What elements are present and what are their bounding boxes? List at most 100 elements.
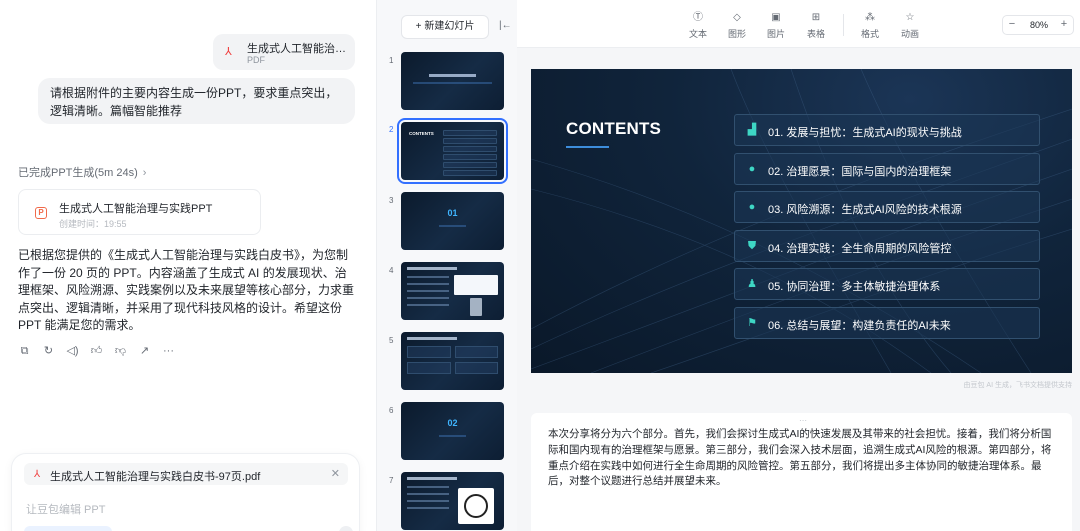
toc-item[interactable]: ⛊ 04. 治理实践：全生命周期的风险管控 — [734, 229, 1040, 262]
table-icon: ⊞ — [811, 12, 821, 23]
generation-status-text: 已完成PPT生成(5m 24s) — [18, 167, 138, 179]
tool-shape[interactable]: ◇ 图形 — [722, 12, 752, 40]
collapse-panel-icon[interactable]: |← — [499, 20, 512, 31]
thumb-up-icon[interactable]: 👍︎ — [90, 345, 103, 358]
thumb-title-bar — [429, 74, 476, 77]
thumb-number: 4 — [389, 266, 394, 275]
composer-attachment-name: 生成式人工智能治理与实践白皮书-97页.pdf — [50, 471, 261, 483]
pdf-icon: ⅄ — [225, 46, 232, 58]
flag-icon: ⚑ — [747, 316, 757, 329]
tool-label: 格式 — [860, 29, 879, 39]
thumb-section-number: 02 — [447, 418, 458, 428]
shield-icon: ⛊ — [747, 239, 757, 252]
user-message: 请根据附件的主要内容生成一份PPT，要求重点突出，逻辑清晰。篇幅智能推荐 — [38, 78, 355, 124]
globe-icon — [458, 488, 494, 524]
thumb-number: 5 — [389, 336, 394, 345]
thumb-number: 1 — [389, 56, 394, 65]
ppt-file-icon: P — [35, 207, 47, 219]
thumb-number: 7 — [389, 476, 394, 485]
text-icon: Ⓣ — [693, 12, 703, 23]
toc-item-text: 06. 总结与展望：构建负责任的AI未来 — [768, 319, 951, 332]
refresh-icon[interactable]: ↻ — [42, 345, 55, 358]
slide-thumb-5[interactable] — [401, 332, 504, 390]
ppt-card-title: 生成式人工智能治理与实践PPT — [59, 203, 213, 215]
pdf-icon: ⅄ — [34, 469, 41, 480]
send-button[interactable] — [339, 526, 353, 531]
thumb-toc-list — [443, 130, 497, 178]
remove-attachment-icon[interactable]: ✕ — [331, 467, 340, 480]
slide-thumb-1[interactable] — [401, 52, 504, 110]
slide-heading: CONTENTS — [566, 119, 662, 138]
chat-composer: ⅄ 生成式人工智能治理与实践白皮书-97页.pdf ✕ 让豆包编辑 PPT — [12, 454, 359, 531]
toc-item[interactable]: ● 03. 风险溯源：生成式AI风险的技术根源 — [734, 191, 1040, 224]
attachment-type: PDF — [247, 55, 265, 65]
tool-animation[interactable]: ☆ 动画 — [895, 12, 925, 40]
thumb-card-grid — [407, 346, 498, 374]
ppt-result-card[interactable]: P 生成式人工智能治理与实践PPT 创建时间：19:55 — [18, 189, 261, 235]
animation-icon: ☆ — [905, 12, 915, 23]
toc-item[interactable]: ♟ 05. 协同治理：多主体敏捷治理体系 — [734, 268, 1040, 301]
composer-input[interactable]: 让豆包编辑 PPT — [26, 501, 105, 517]
attachment-message[interactable]: ⅄ 生成式人工智能治理... PDF — [213, 34, 355, 70]
tool-format[interactable]: ⁂ 格式 — [855, 12, 885, 40]
toc-item-text: 04. 治理实践：全生命周期的风险管控 — [768, 242, 952, 255]
thumb-heading-bar — [407, 267, 457, 270]
slide-thumb-2[interactable]: CONTENTS — [397, 118, 508, 184]
slide-thumb-4[interactable] — [401, 262, 504, 320]
tool-label: 表格 — [806, 29, 825, 39]
toc-item[interactable]: ⚑ 06. 总结与展望：构建负责任的AI未来 — [734, 306, 1040, 339]
new-slide-button[interactable]: + 新建幻灯片 — [401, 15, 489, 39]
thumb-heading-bar — [407, 477, 457, 480]
tool-image[interactable]: ▣ 图片 — [761, 12, 791, 40]
chevron-right-icon: › — [142, 167, 147, 179]
slide-thumb-6[interactable]: 02 — [401, 402, 504, 460]
thumb-subtitle-bar — [439, 435, 466, 437]
tool-label: 文本 — [688, 29, 707, 39]
zoom-control: − 80% + — [1002, 15, 1074, 35]
composer-mode-chip[interactable] — [24, 526, 112, 531]
resize-grip-icon[interactable]: ⋯ — [799, 416, 808, 425]
thumb-heading-bar — [407, 337, 457, 340]
thumb-image — [470, 298, 482, 316]
slide-thumb-7[interactable] — [401, 472, 504, 530]
thumb-down-icon[interactable]: 👎︎ — [114, 345, 127, 358]
tool-label: 图形 — [727, 29, 746, 39]
image-icon: ▣ — [771, 12, 781, 23]
shape-icon: ◇ — [733, 12, 741, 23]
speaker-notes-text: 本次分享将分为六个部分。首先，我们会探讨生成式AI的快速发展及其带来的社会担忧。… — [548, 428, 1052, 488]
tool-text[interactable]: Ⓣ 文本 — [683, 12, 713, 40]
more-icon[interactable]: ··· — [162, 345, 175, 358]
toc-item[interactable]: ▟ 01. 发展与担忧：生成式AI的现状与挑战 — [734, 114, 1040, 146]
format-icon: ⁂ — [865, 12, 875, 23]
slide-canvas[interactable]: CONTENTS ▟ 01. 发展与担忧：生成式AI的现状与挑战 ● 02. 治… — [531, 69, 1072, 373]
new-slide-label: 新建幻灯片 — [424, 21, 475, 32]
toc-list: ▟ 01. 发展与担忧：生成式AI的现状与挑战 ● 02. 治理愿景：国际与国内… — [734, 114, 1040, 346]
heading-underline — [566, 146, 609, 148]
message-actions: ⧉ ↻ ◁) 👍︎ 👎︎ ↗ ··· — [18, 345, 175, 359]
slide-thumb-3[interactable]: 01 — [401, 192, 504, 250]
tool-table[interactable]: ⊞ 表格 — [801, 12, 831, 40]
zoom-value[interactable]: 80% — [1021, 20, 1057, 30]
zoom-out-button[interactable]: − — [1005, 18, 1019, 30]
thumb-subtitle-bar — [439, 225, 466, 227]
plus-icon: + — [415, 21, 422, 32]
thumb-subtitle-bar — [413, 82, 492, 84]
assistant-reply: 已根据您提供的《生成式人工智能治理与实践白皮书》，为您制作了一份 20 页的 P… — [18, 248, 355, 333]
speaker-icon[interactable]: ◁) — [66, 345, 79, 358]
toc-item-text: 03. 风险溯源：生成式AI风险的技术根源 — [768, 204, 962, 217]
composer-attachment[interactable]: ⅄ 生成式人工智能治理与实践白皮书-97页.pdf ✕ — [24, 463, 348, 485]
generation-status[interactable]: 已完成PPT生成(5m 24s) › — [18, 164, 146, 180]
thumb-contents-label: CONTENTS — [409, 131, 434, 136]
attachment-name: 生成式人工智能治理... — [247, 43, 347, 55]
tool-label: 图片 — [766, 29, 785, 39]
circle-icon: ● — [748, 201, 756, 214]
slide-thumbnails: + 新建幻灯片 |← 1 2 CONTENTS 3 01 4 5 6 02 7 — [376, 0, 517, 531]
toc-item-text: 02. 治理愿景：国际与国内的治理框架 — [768, 165, 952, 178]
zoom-in-button[interactable]: + — [1057, 18, 1071, 30]
speaker-notes[interactable]: ⋯ 本次分享将分为六个部分。首先，我们会探讨生成式AI的快速发展及其带来的社会担… — [531, 413, 1072, 531]
thumb-number: 6 — [389, 406, 394, 415]
toc-item[interactable]: ● 02. 治理愿景：国际与国内的治理框架 — [734, 152, 1040, 185]
share-icon[interactable]: ↗ — [138, 345, 151, 358]
copy-icon[interactable]: ⧉ — [18, 345, 31, 358]
thumb-text-lines — [407, 276, 449, 311]
